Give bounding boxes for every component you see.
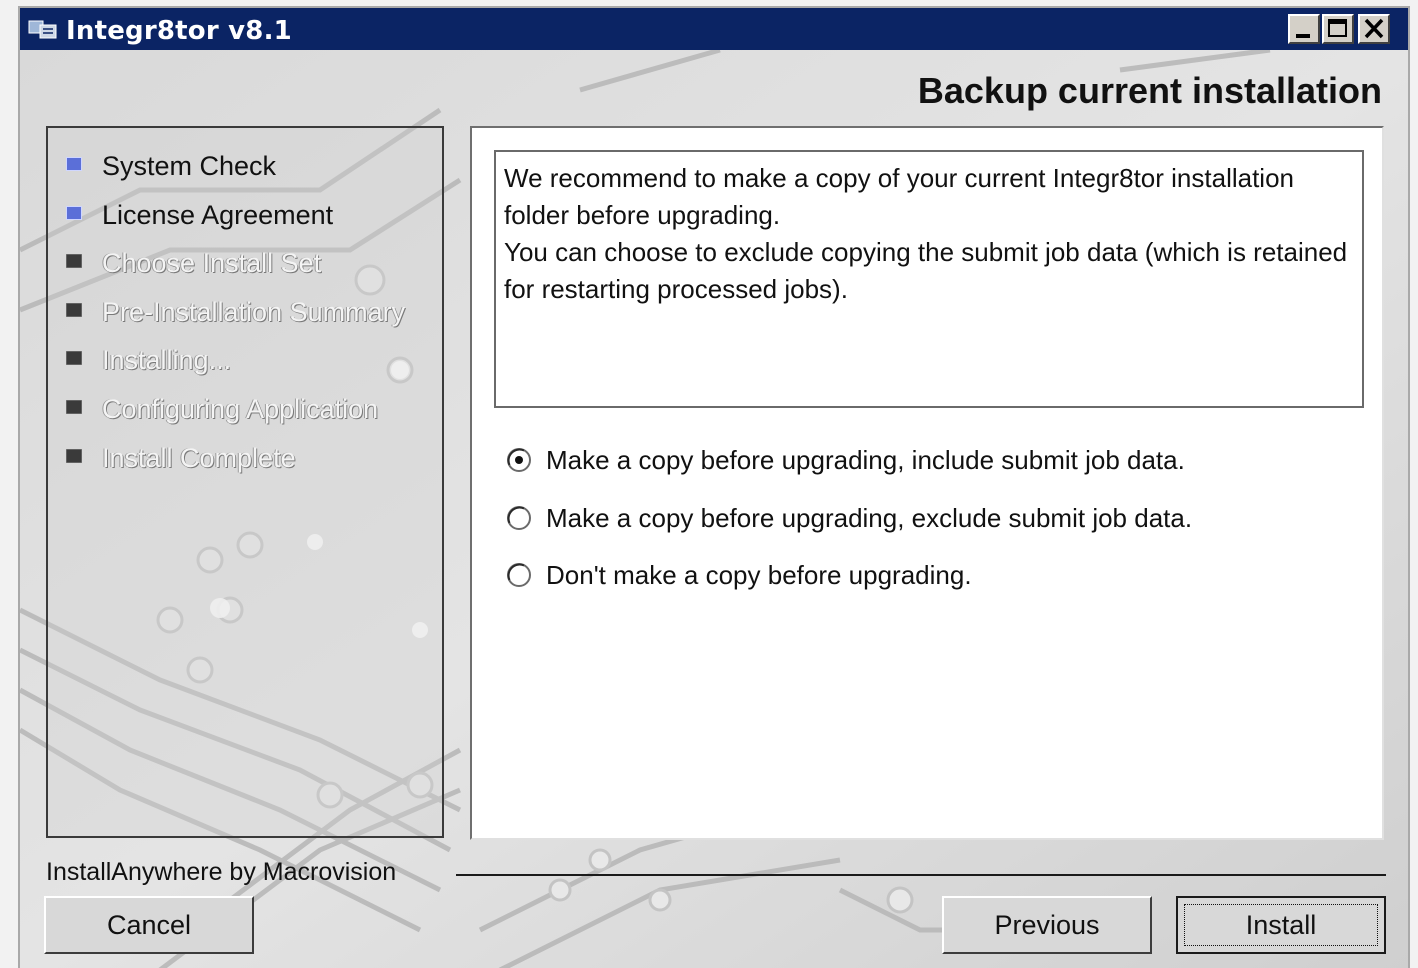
- cancel-button[interactable]: Cancel: [44, 896, 254, 954]
- maximize-button[interactable]: [1322, 14, 1354, 44]
- step-pending-icon: [66, 351, 82, 366]
- content-panel: We recommend to make a copy of your curr…: [470, 126, 1384, 840]
- close-icon: [1364, 18, 1384, 39]
- installer-window: Integr8tor v8.1 Backup current installat…: [18, 6, 1410, 968]
- step-pending-icon: [66, 448, 82, 463]
- description-text: We recommend to make a copy of your curr…: [504, 163, 1295, 230]
- installer-app-icon: [28, 20, 57, 39]
- step-complete-icon: [66, 205, 82, 220]
- option-no-copy[interactable]: Don't make a copy before upgrading.: [506, 555, 972, 595]
- step-pending-icon: [66, 254, 82, 269]
- minimize-icon: [1296, 34, 1310, 38]
- steps-list: System Check License Agreement Choose In…: [48, 148, 405, 488]
- step-install-complete: Install Complete: [48, 440, 405, 489]
- previous-button[interactable]: Previous: [942, 896, 1152, 954]
- description-box: We recommend to make a copy of your curr…: [494, 150, 1364, 408]
- step-complete-icon: [66, 157, 82, 171]
- maximize-icon: [1328, 19, 1347, 37]
- step-installing: Installing...: [48, 342, 405, 391]
- footer-divider: [456, 874, 1386, 876]
- radio-unselected-icon[interactable]: [506, 562, 532, 588]
- vendor-label: InstallAnywhere by Macrovision: [46, 858, 397, 886]
- title-bar[interactable]: Integr8tor v8.1: [20, 8, 1408, 50]
- step-pre-installation-summary: Pre-Installation Summary: [48, 294, 405, 343]
- step-choose-install-set: Choose Install Set: [48, 245, 405, 294]
- option-exclude-job-data[interactable]: Make a copy before upgrading, exclude su…: [506, 498, 1192, 538]
- minimize-button[interactable]: [1288, 14, 1320, 44]
- window-title: Integr8tor v8.1: [66, 16, 292, 46]
- installer-body: Backup current installation System Check…: [20, 50, 1408, 968]
- radio-selected-icon[interactable]: [506, 447, 532, 473]
- close-button[interactable]: [1358, 14, 1390, 44]
- step-system-check: System Check: [48, 148, 405, 197]
- description-text: You can choose to exclude copying the su…: [504, 237, 1348, 304]
- radio-unselected-icon[interactable]: [506, 505, 532, 531]
- step-pending-icon: [66, 399, 82, 414]
- step-pending-icon: [66, 302, 82, 317]
- step-license-agreement: License Agreement: [48, 197, 405, 246]
- install-button[interactable]: Install: [1176, 896, 1386, 954]
- steps-panel: System Check License Agreement Choose In…: [46, 126, 444, 838]
- page-title: Backup current installation: [917, 70, 1382, 111]
- focus-rectangle: [1184, 904, 1378, 946]
- step-configuring-application: Configuring Application: [48, 391, 405, 440]
- option-include-job-data[interactable]: Make a copy before upgrading, include su…: [506, 440, 1185, 480]
